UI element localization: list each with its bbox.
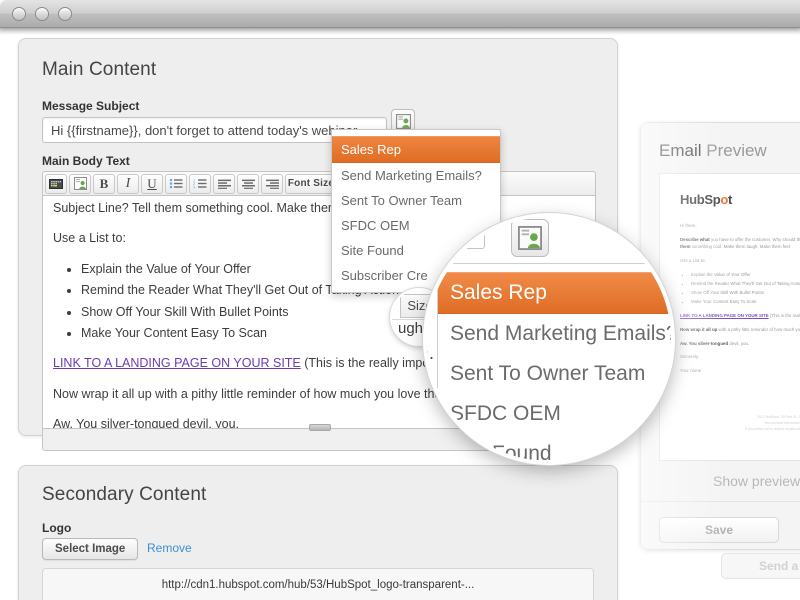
secondary-content-card: Secondary Content Logo Select Image Remo… (18, 465, 618, 600)
magnified-dropdown: Sales Rep Send Marketing Emails? Sent To… (437, 263, 675, 465)
svg-text:3: 3 (193, 185, 196, 189)
mini-para-1: Describe what you have to offer the cust… (680, 236, 800, 251)
hubspot-logo-b: t (728, 192, 732, 207)
align-right-icon[interactable] (261, 174, 283, 194)
logo-url-text: http://cdn1.hubspot.com/hub/53/HubSpot_l… (162, 579, 475, 591)
mini-email-body: Hi there, Describe what you have to offe… (680, 222, 800, 381)
mini-para-4: Aw. You silver-tongued devil, you. (680, 340, 800, 348)
zoom-dot[interactable] (58, 7, 72, 21)
close-dot[interactable] (12, 7, 26, 21)
mini-footer-line-3: If you prefer not to receive emails clic… (732, 426, 800, 432)
message-subject-label: Message Subject (42, 99, 139, 113)
mini-para-3-rest: with a pithy little reminder of how much… (717, 327, 800, 332)
person-card-icon-large (518, 226, 542, 250)
mini-link-line: LINK TO A LANDING PAGE ON YOUR SITE (Thi… (680, 312, 800, 320)
font-size-dropdown[interactable]: Font Size (285, 174, 337, 194)
dropdown-item-send-marketing-emails[interactable]: Send Marketing Emails? (332, 163, 500, 188)
list-item: Explain the Value of Your Offer (691, 271, 800, 279)
magnified-item-sent-to-owner-team: Sent To Owner Team (438, 354, 675, 394)
main-body-text-label: Main Body Text (42, 154, 130, 168)
preview-divider (641, 501, 800, 502)
bullet-list-glyph (169, 178, 183, 189)
magnifier-lens: e h. Sales Rep Send Marketing Emails? Se… (423, 213, 675, 465)
dropdown-item-sales-rep[interactable]: Sales Rep (332, 136, 500, 163)
magnified-personalization-icon (511, 219, 549, 257)
person-card-icon (396, 114, 411, 129)
mini-signoff: Sincerely, (680, 353, 800, 361)
list-item: Show Off Your Skill With Bullet Points (691, 289, 800, 297)
magnified-edge-text-2: h. (423, 343, 434, 364)
magnified-item-send-marketing-emails: Send Marketing Emails? (438, 314, 675, 354)
magnified-input-edge (423, 215, 485, 249)
mini-para-2-rest: something cool. Make them laugh. Make th… (691, 244, 792, 249)
align-left-icon[interactable] (213, 174, 235, 194)
email-preview-title-strong: Email (659, 141, 702, 160)
magnifier-content: e h. Sales Rep Send Marketing Emails? Se… (427, 217, 675, 465)
magnified-item-sfdc-oem: SFDC OEM (438, 394, 675, 434)
bold-button[interactable]: B (93, 174, 115, 194)
mini-email: HubSpot Hi there, Describe what you have… (672, 186, 800, 448)
magnified-item-site-found: Site Found (438, 434, 675, 465)
mini-list-intro: Use a List to: (680, 257, 800, 265)
editor-line-1: Subject Line? Tell them something cool. … (53, 199, 585, 218)
editor-toolbar: B I U 123 (42, 171, 596, 195)
mini-para-1-bold: Describe what (680, 237, 710, 242)
align-right-glyph (266, 179, 279, 189)
select-image-button[interactable]: Select Image (42, 538, 138, 560)
logo-label: Logo (42, 521, 71, 535)
magnified-item-sales-rep: Sales Rep (438, 272, 675, 314)
page-title: Main Content (42, 59, 156, 81)
save-button[interactable]: Save (659, 517, 779, 543)
mini-para-1-rest: you have to offer the customer. Why shou… (710, 237, 800, 242)
window-titlebar (0, 0, 800, 28)
hubspot-logo-a: HubSp (680, 192, 720, 207)
italic-button[interactable]: I (117, 174, 139, 194)
mini-landing-link: LINK TO A LANDING PAGE ON YOUR SITE (680, 313, 769, 318)
numbered-list-glyph: 123 (193, 178, 207, 189)
align-left-glyph (218, 179, 231, 189)
minimize-dot[interactable] (35, 7, 49, 21)
source-code-glyph (49, 179, 63, 189)
bullet-list-icon[interactable] (165, 174, 187, 194)
mini-email-footer: 2012 HubSpot, 25 First St., Cambridge MA… (732, 414, 800, 432)
personalization-token-icon[interactable] (69, 174, 91, 194)
email-preview-frame: HubSpot Hi there, Describe what you have… (659, 173, 800, 461)
person-card-glyph (74, 177, 87, 190)
mini-signature: Your name (680, 367, 800, 375)
hubspot-logo-sprocket: o (720, 192, 728, 207)
editor-resize-grip[interactable] (309, 424, 331, 431)
mini-greeting: Hi there, (680, 222, 800, 230)
mini-bullet-list: Explain the Value of Your Offer Remind t… (691, 271, 800, 306)
mini-para-3-bold: Now wrap it all up (680, 327, 717, 332)
remove-logo-link[interactable]: Remove (147, 541, 192, 555)
app-root: Main Content Message Subject Hi {{firstn… (0, 0, 800, 600)
email-preview-title-light: Preview (702, 141, 767, 160)
underline-button[interactable]: U (141, 174, 163, 194)
mini-para-4-bold: Aw. You silver-tongued (680, 341, 728, 346)
align-center-icon[interactable] (237, 174, 259, 194)
source-code-icon[interactable] (45, 174, 67, 194)
mini-landing-link-tail: (This is the really important part) (769, 313, 800, 318)
align-center-glyph (242, 179, 255, 189)
mini-para-4-rest: devil, you. (728, 341, 749, 346)
mini-para-3: Now wrap it all up with a pithy little r… (680, 326, 800, 334)
landing-page-link[interactable]: LINK TO A LANDING PAGE ON YOUR SITE (53, 356, 301, 370)
show-preview-link[interactable]: Show preview (713, 473, 800, 489)
email-preview-title: Email Preview (659, 141, 767, 161)
logo-preview-box: http://cdn1.hubspot.com/hub/53/HubSpot_l… (42, 568, 594, 600)
hubspot-logo: HubSpot (680, 192, 732, 207)
send-test-button[interactable]: Send a test (721, 553, 800, 579)
list-item: Remind the Reader What They'll Get Out o… (691, 280, 800, 288)
secondary-content-title: Secondary Content (42, 484, 206, 506)
numbered-list-icon[interactable]: 123 (189, 174, 211, 194)
dropdown-item-sent-to-owner-team[interactable]: Sent To Owner Team (332, 188, 500, 213)
list-item: Make Your Content Easy To Scan (691, 298, 800, 306)
